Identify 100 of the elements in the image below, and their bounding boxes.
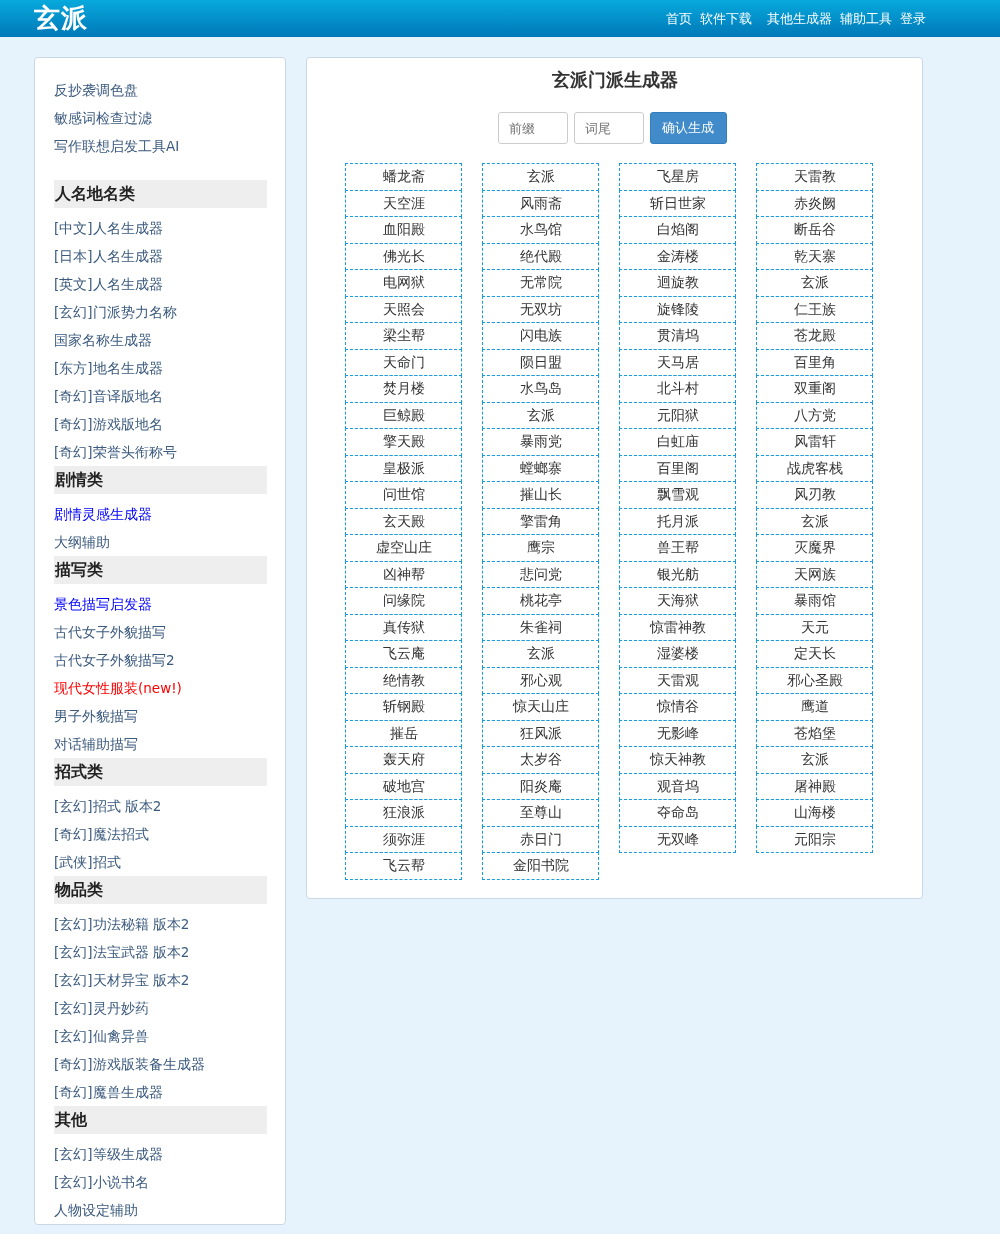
sidebar-link[interactable]: [玄幻]小说书名 — [54, 1168, 267, 1196]
name-cell: 天元 — [756, 613, 873, 641]
name-cell: 八方党 — [756, 401, 873, 429]
sidebar-link[interactable]: 剧情灵感生成器 — [54, 500, 267, 528]
name-cell: 金阳书院 — [482, 852, 599, 880]
sidebar-link[interactable]: 古代女子外貌描写 — [54, 618, 267, 646]
name-cell: 水鸟馆 — [482, 216, 599, 244]
sidebar-link[interactable]: [玄幻]灵丹妙药 — [54, 994, 267, 1022]
name-cell: 螳螂寨 — [482, 454, 599, 482]
name-cell: 无双坊 — [482, 295, 599, 323]
site-logo[interactable]: 玄派 — [34, 1, 88, 36]
sidebar-link[interactable]: [中文]人名生成器 — [54, 214, 267, 242]
suffix-field[interactable]: 词尾 — [573, 112, 644, 144]
name-cell: 惊天山庄 — [482, 693, 599, 721]
name-cell: 惊情谷 — [619, 693, 736, 721]
nav-link[interactable]: 登录 — [900, 9, 926, 28]
name-cell: 双重阁 — [756, 375, 873, 403]
name-cell: 飘雪观 — [619, 481, 736, 509]
sidebar-link[interactable]: 国家名称生成器 — [54, 326, 267, 354]
sidebar-link[interactable]: [玄幻]门派势力名称 — [54, 298, 267, 326]
name-cell: 赤日门 — [482, 825, 599, 853]
name-cell: 凶神帮 — [345, 560, 462, 588]
name-cell: 风刃教 — [756, 481, 873, 509]
name-cell: 鹰宗 — [482, 534, 599, 562]
sidebar-link[interactable]: 对话辅助描写 — [54, 730, 267, 758]
sidebar-link[interactable]: [玄幻]仙禽异兽 — [54, 1022, 267, 1050]
name-cell: 贯清坞 — [619, 322, 736, 350]
sidebar-link[interactable]: [武侠]招式 — [54, 848, 267, 876]
name-cell: 百里阁 — [619, 454, 736, 482]
sidebar-link[interactable]: [奇幻]音译版地名 — [54, 382, 267, 410]
nav-link[interactable]: 软件下载 — [700, 9, 752, 28]
name-cell: 摧山长 — [482, 481, 599, 509]
sidebar-link[interactable]: [玄幻]功法秘籍 版本2 — [54, 910, 267, 938]
name-cell: 天网族 — [756, 560, 873, 588]
nav-link[interactable]: 其他生成器 — [767, 9, 832, 28]
sidebar-link[interactable]: [奇幻]荣誉头衔称号 — [54, 438, 267, 466]
name-cell: 陨日盟 — [482, 348, 599, 376]
sidebar-link[interactable]: [玄幻]等级生成器 — [54, 1140, 267, 1168]
generate-button[interactable]: 确认生成 — [649, 112, 727, 144]
name-cell: 定天长 — [756, 640, 873, 668]
name-cell: 朱雀祠 — [482, 613, 599, 641]
name-cell: 太岁谷 — [482, 746, 599, 774]
name-cell: 无常院 — [482, 269, 599, 297]
name-cell: 观音坞 — [619, 772, 736, 800]
name-cell: 风雨斋 — [482, 189, 599, 217]
name-cell: 悲问党 — [482, 560, 599, 588]
name-cell: 斩钢殿 — [345, 693, 462, 721]
name-cell: 问缘院 — [345, 587, 462, 615]
nav-link[interactable]: 首页 — [666, 9, 692, 28]
sidebar-link[interactable]: 写作联想启发工具AI — [54, 132, 267, 160]
sidebar-link[interactable]: [日本]人名生成器 — [54, 242, 267, 270]
name-cell: 白焰阁 — [619, 216, 736, 244]
sidebar-link[interactable]: 古代女子外貌描写2 — [54, 646, 267, 674]
sidebar-link[interactable]: [玄幻]招式 版本2 — [54, 792, 267, 820]
name-cell: 狂浪派 — [345, 799, 462, 827]
name-cell: 飞云帮 — [345, 852, 462, 880]
name-cell: 巨鲸殿 — [345, 401, 462, 429]
name-cell: 桃花亭 — [482, 587, 599, 615]
name-cell: 玄天殿 — [345, 507, 462, 535]
sidebar-link[interactable]: [奇幻]游戏版装备生成器 — [54, 1050, 267, 1078]
name-cell: 银光舫 — [619, 560, 736, 588]
sidebar-link[interactable]: [奇幻]游戏版地名 — [54, 410, 267, 438]
prefix-field[interactable]: 前缀 — [497, 112, 568, 144]
name-cell: 无影峰 — [619, 719, 736, 747]
section-heading: 剧情类 — [54, 466, 267, 494]
name-cell: 风雷轩 — [756, 428, 873, 456]
sidebar-link[interactable]: 景色描写启发器 — [54, 590, 267, 618]
section-heading: 人名地名类 — [54, 180, 267, 208]
nav-link[interactable]: 辅助工具 — [840, 9, 892, 28]
sidebar-link[interactable]: 大纲辅助 — [54, 528, 267, 556]
name-cell: 玄派 — [756, 269, 873, 297]
name-cell: 天马居 — [619, 348, 736, 376]
sidebar-link[interactable]: 男子外貌描写 — [54, 702, 267, 730]
name-cell: 擎天殿 — [345, 428, 462, 456]
name-cell: 焚月楼 — [345, 375, 462, 403]
name-cell: 狂风派 — [482, 719, 599, 747]
name-cell: 无双峰 — [619, 825, 736, 853]
name-cell: 山海楼 — [756, 799, 873, 827]
sidebar-link[interactable]: 敏感词检查过滤 — [54, 104, 267, 132]
name-cell: 摧岳 — [345, 719, 462, 747]
sidebar-link[interactable]: [东方]地名生成器 — [54, 354, 267, 382]
generator-title: 玄派门派生成器 — [550, 68, 679, 92]
name-cell: 玄派 — [482, 640, 599, 668]
name-cell: 屠神殿 — [756, 772, 873, 800]
name-cell: 佛光长 — [345, 242, 462, 270]
name-cell: 玄派 — [482, 163, 599, 191]
name-cell: 蟠龙斋 — [345, 163, 462, 191]
sidebar-link[interactable]: [玄幻]天材异宝 版本2 — [54, 966, 267, 994]
name-cell: 兽王帮 — [619, 534, 736, 562]
name-cell: 斩日世家 — [619, 189, 736, 217]
sidebar-link[interactable]: [玄幻]法宝武器 版本2 — [54, 938, 267, 966]
name-cell: 暴雨馆 — [756, 587, 873, 615]
sidebar-link[interactable]: [奇幻]魔兽生成器 — [54, 1078, 267, 1106]
sidebar-link[interactable]: [奇幻]魔法招式 — [54, 820, 267, 848]
name-cell: 阳炎庵 — [482, 772, 599, 800]
sidebar-link[interactable]: 人物设定辅助 — [54, 1196, 267, 1224]
sidebar-link[interactable]: 反抄袭调色盘 — [54, 76, 267, 104]
sidebar-link[interactable]: 现代女性服装(new!) — [54, 674, 267, 702]
sidebar-link[interactable]: [英文]人名生成器 — [54, 270, 267, 298]
name-cell: 水鸟岛 — [482, 375, 599, 403]
